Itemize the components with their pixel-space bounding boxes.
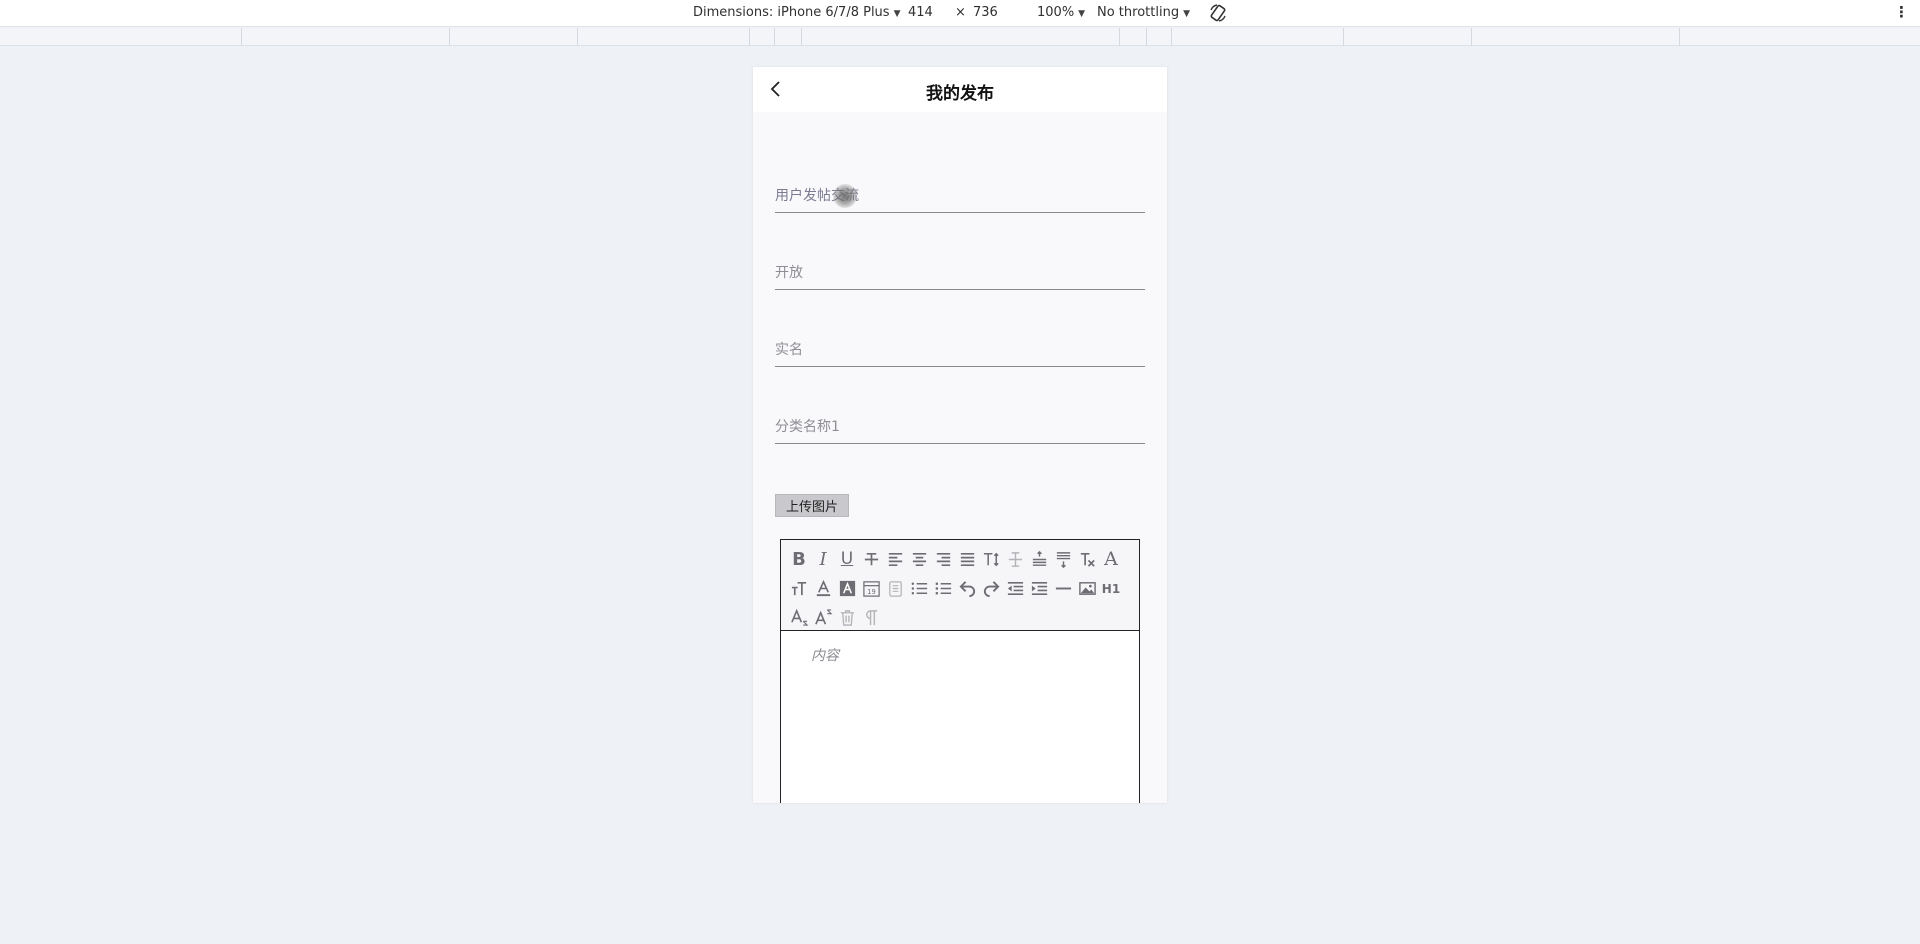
undo-icon[interactable]: [955, 577, 979, 601]
insert-date-icon[interactable]: 19: [859, 577, 883, 601]
backcolor-icon[interactable]: [835, 577, 859, 601]
ruler-tick: [1171, 28, 1172, 46]
nav-bar: 我的发布: [753, 67, 1167, 112]
toolbar-row-1: B I U A: [787, 545, 1133, 574]
post-title-input[interactable]: [775, 185, 1145, 207]
toolbar-row-2: 19 H1: [787, 574, 1133, 603]
clear-format-icon[interactable]: [1075, 548, 1099, 572]
heading-h1-icon[interactable]: H1: [1099, 577, 1123, 601]
align-right-icon[interactable]: [931, 548, 955, 572]
underline-icon[interactable]: U: [835, 548, 859, 572]
rotate-icon[interactable]: [1208, 3, 1228, 23]
ruler-tick: [774, 28, 775, 46]
ruler-tick: [1343, 28, 1344, 46]
editor-content-area[interactable]: 内容: [781, 631, 1139, 679]
unordered-list-icon[interactable]: [931, 577, 955, 601]
zoom-label: 100%: [1037, 5, 1075, 20]
visibility-field[interactable]: 开放: [775, 262, 1145, 290]
post-title-field[interactable]: [775, 184, 1145, 213]
align-left-icon[interactable]: [883, 548, 907, 572]
category-field[interactable]: 分类名称1: [775, 416, 1145, 444]
media-query-ruler: [0, 28, 1920, 46]
category-value: 分类名称1: [775, 419, 840, 435]
ruler-tick: [1146, 28, 1147, 46]
realname-value: 实名: [775, 342, 803, 358]
upload-image-button[interactable]: 上传图片: [775, 494, 850, 517]
forecolor-icon[interactable]: [811, 577, 835, 601]
chevron-down-icon: ▼: [1078, 9, 1086, 19]
ruler-tick: [577, 28, 578, 46]
ruler-tick: [241, 28, 242, 46]
ruler-tick: [449, 28, 450, 46]
ordered-list-icon[interactable]: [907, 577, 931, 601]
font-size-icon[interactable]: [787, 577, 811, 601]
paragraph-mark-icon[interactable]: [859, 606, 883, 630]
indent-icon[interactable]: [1027, 577, 1051, 601]
device-viewport: 我的发布 开放 实名 分类名称1 上传图片 B I U: [753, 67, 1167, 803]
realname-field[interactable]: 实名: [775, 339, 1145, 367]
ruler-tick: [749, 28, 750, 46]
subscript-icon[interactable]: [787, 606, 811, 630]
superscript-icon[interactable]: [811, 606, 835, 630]
insert-time-icon[interactable]: [883, 577, 907, 601]
text-indent-icon[interactable]: [1003, 548, 1027, 572]
devtools-device-toolbar: Dimensions: iPhone 6/7/8 Plus ▼ 414 × 736…: [0, 0, 1920, 27]
trash-icon[interactable]: [835, 606, 859, 630]
more-options-icon[interactable]: ⋮: [1894, 3, 1909, 21]
bold-icon[interactable]: B: [787, 548, 811, 572]
ruler-tick: [1471, 28, 1472, 46]
strikethrough-icon[interactable]: [859, 548, 883, 572]
zoom-dropdown[interactable]: 100% ▼: [1037, 5, 1085, 20]
ruler-tick: [1119, 28, 1120, 46]
font-family-icon[interactable]: A: [1099, 548, 1123, 572]
device-dimensions-label: Dimensions: iPhone 6/7/8 Plus: [693, 5, 890, 20]
ruler-tick: [1679, 28, 1680, 46]
align-justify-icon[interactable]: [955, 548, 979, 572]
align-center-icon[interactable]: [907, 548, 931, 572]
page-title: 我的发布: [926, 84, 994, 104]
horizontal-rule-icon[interactable]: [1051, 577, 1075, 601]
visibility-value: 开放: [775, 265, 803, 281]
times-separator: ×: [955, 5, 966, 20]
viewport-height-input[interactable]: 736: [973, 5, 998, 20]
chevron-down-icon: ▼: [1183, 9, 1190, 19]
space-after-icon[interactable]: [1051, 548, 1075, 572]
outdent-icon[interactable]: [1003, 577, 1027, 601]
throttling-dropdown[interactable]: No throttling ▼: [1097, 5, 1190, 20]
ruler-tick: [801, 28, 802, 46]
calendar-day-text: 19: [867, 588, 875, 596]
toolbar-row-3: [787, 603, 1133, 632]
rich-text-editor: B I U A 19 H1 内容: [780, 539, 1140, 803]
viewport-width-input[interactable]: 414: [908, 5, 933, 20]
chevron-down-icon: ▼: [893, 9, 901, 19]
line-height-icon[interactable]: [979, 548, 1003, 572]
insert-image-icon[interactable]: [1075, 577, 1099, 601]
editor-placeholder: 内容: [811, 648, 839, 664]
editor-toolbar: B I U A 19 H1: [781, 540, 1139, 631]
redo-icon[interactable]: [979, 577, 1003, 601]
space-before-icon[interactable]: [1027, 548, 1051, 572]
touch-cursor-indicator: [833, 184, 857, 208]
italic-icon[interactable]: I: [811, 548, 835, 572]
throttling-label: No throttling: [1097, 5, 1180, 20]
device-dimensions-dropdown[interactable]: Dimensions: iPhone 6/7/8 Plus ▼: [693, 5, 901, 20]
